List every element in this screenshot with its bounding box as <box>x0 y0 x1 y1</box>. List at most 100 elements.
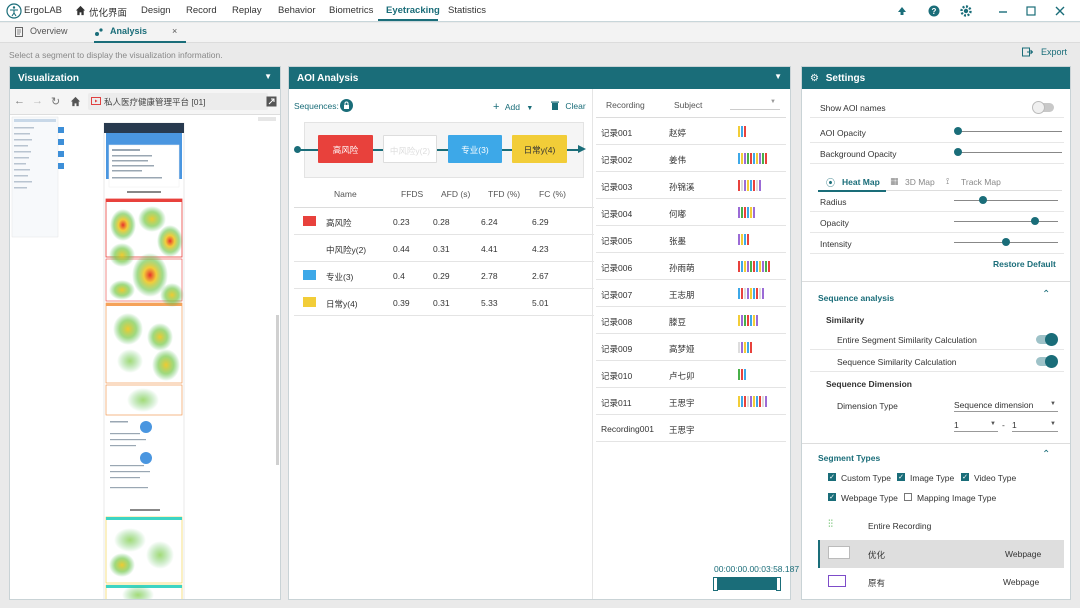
back-icon[interactable]: ← <box>14 95 25 107</box>
sequence-aoi-2[interactable]: 中风险y(2) <box>383 135 437 163</box>
recording-row[interactable]: Recording001 王思宇 <box>596 415 786 442</box>
help-icon[interactable]: ? <box>927 4 941 18</box>
menu-biometrics[interactable]: Biometrics <box>329 5 373 16</box>
radius-slider[interactable] <box>979 196 988 204</box>
menu-design[interactable]: Design <box>141 5 171 16</box>
forward-icon[interactable]: → <box>32 95 43 107</box>
segment-entire-recording[interactable]: ⫶⫶ Entire Recording <box>818 513 1064 539</box>
recording-row[interactable]: 记录005 张墨 <box>596 226 786 253</box>
segment-types-title[interactable]: Segment Types <box>818 453 880 463</box>
dimension-type-select[interactable]: Sequence dimension ▼ <box>954 397 1058 412</box>
recording-row[interactable]: 记录008 滕豆 <box>596 307 786 334</box>
bg-opacity-track[interactable] <box>958 152 1062 153</box>
tab-3d-map[interactable]: ▦ 3D Map <box>888 173 946 191</box>
svg-text:?: ? <box>932 7 937 16</box>
entire-segment-toggle[interactable] <box>1036 333 1058 346</box>
recording-row[interactable]: 记录004 何嘟 <box>596 199 786 226</box>
visualization-canvas[interactable] <box>10 115 280 599</box>
timeline-handle-start[interactable] <box>713 577 718 591</box>
col-tfd[interactable]: TFD (%) <box>488 189 520 199</box>
col-recording[interactable]: Recording <box>606 100 645 110</box>
image-type-checkbox[interactable]: ✓ Image Type <box>897 472 959 484</box>
recording-row[interactable]: 记录002 姜伟 <box>596 145 786 172</box>
maximize-icon[interactable] <box>1024 4 1038 18</box>
segment-youhua[interactable]: 优化 Webpage <box>818 540 1064 568</box>
close-window-icon[interactable] <box>1053 4 1067 18</box>
bg-opacity-slider[interactable] <box>954 148 962 156</box>
lock-icon[interactable] <box>340 99 353 112</box>
range-from-select[interactable]: 1 ▼ <box>954 417 998 432</box>
upload-icon[interactable] <box>895 4 909 18</box>
recording-row[interactable]: 记录011 王思宇 <box>596 388 786 415</box>
sequence-aoi-4[interactable]: 日常y(4) <box>512 135 567 163</box>
col-fc[interactable]: FC (%) <box>539 189 566 199</box>
sequence-strip <box>738 153 768 164</box>
gear-icon[interactable] <box>959 4 973 18</box>
home-icon[interactable] <box>70 96 81 107</box>
tab-overview[interactable]: Overview <box>14 26 82 43</box>
aoi-opacity-slider[interactable] <box>954 127 962 135</box>
range-to-select[interactable]: 1 ▼ <box>1012 417 1058 432</box>
visualization-header[interactable]: Visualization ▼ <box>10 67 280 89</box>
menu-replay[interactable]: Replay <box>232 5 262 16</box>
col-subject[interactable]: Subject <box>674 100 702 110</box>
radius-track[interactable] <box>954 200 1058 201</box>
tab-heat-map[interactable]: ⦿ Heat Map <box>818 173 886 192</box>
menu-record[interactable]: Record <box>186 5 217 16</box>
chevron-up-icon[interactable]: ⌃ <box>1042 449 1050 460</box>
segment-yuanyou[interactable]: 原有 Webpage <box>818 569 1064 595</box>
opacity-slider[interactable] <box>1031 217 1040 225</box>
col-ffds[interactable]: FFDS <box>401 189 423 199</box>
aoi-opacity-track[interactable] <box>958 131 1062 132</box>
export-button[interactable]: Export <box>1022 47 1067 57</box>
subject-filter-select[interactable]: ▼ <box>730 97 780 110</box>
minimize-icon[interactable] <box>996 4 1010 18</box>
opacity-track[interactable] <box>954 221 1058 222</box>
chevron-down-icon[interactable]: ▼ <box>774 72 782 81</box>
add-button[interactable]: + Add ▼ <box>493 101 533 113</box>
recording-row[interactable]: 记录001 赵婷 <box>596 118 786 145</box>
sequence-aoi-3[interactable]: 专业(3) <box>448 135 502 163</box>
fullscreen-icon[interactable] <box>266 96 277 107</box>
recording-row[interactable]: 记录010 卢七卯 <box>596 361 786 388</box>
tab-analysis[interactable]: Analysis × <box>94 26 186 43</box>
custom-type-checkbox[interactable]: ✓ Custom Type <box>828 472 892 484</box>
recording-row[interactable]: 记录009 高梦娅 <box>596 334 786 361</box>
menu-home[interactable]: 优化界面 <box>89 5 127 19</box>
menu-statistics[interactable]: Statistics <box>448 5 486 16</box>
chevron-down-icon[interactable]: ▼ <box>264 72 272 81</box>
col-name[interactable]: Name <box>334 189 357 199</box>
menu-behavior[interactable]: Behavior <box>278 5 316 16</box>
table-row[interactable]: 专业(3) 0.4 0.29 2.78 2.67 <box>294 262 594 289</box>
timeline-bar[interactable] <box>713 577 781 591</box>
chevron-up-icon[interactable]: ⌃ <box>1042 289 1050 300</box>
timeline-handle-end[interactable] <box>776 577 781 591</box>
home-icon[interactable] <box>75 5 86 16</box>
chevron-down-icon: ▼ <box>990 421 996 427</box>
col-afd[interactable]: AFD (s) <box>441 189 470 199</box>
restore-default-button[interactable]: Restore Default <box>993 259 1056 269</box>
recording-row[interactable]: 记录006 孙雨萌 <box>596 253 786 280</box>
mapping-image-type-checkbox[interactable]: Mapping Image Type <box>904 492 1004 504</box>
table-row[interactable]: 高风险 0.23 0.28 6.24 6.29 <box>294 208 594 235</box>
video-type-checkbox[interactable]: ✓ Video Type <box>961 472 1023 484</box>
aoi-analysis-header[interactable]: AOI Analysis ▼ <box>289 67 790 89</box>
url-bar[interactable]: 私人医疗健康管理平台 [01] <box>88 93 268 110</box>
show-aoi-names-toggle[interactable] <box>1032 101 1054 114</box>
refresh-icon[interactable]: ↻ <box>51 95 60 108</box>
recording-row[interactable]: 记录007 王志朋 <box>596 280 786 307</box>
intensity-slider[interactable] <box>1002 238 1010 246</box>
sequence-similarity-label: Sequence Similarity Calculation <box>837 357 957 367</box>
table-row[interactable]: 中风险y(2) 0.44 0.31 4.41 4.23 <box>294 235 594 262</box>
table-row[interactable]: 日常y(4) 0.39 0.31 5.33 5.01 <box>294 289 594 316</box>
webpage-thumbnail-icon <box>828 575 846 587</box>
menu-eyetracking[interactable]: Eyetracking <box>386 5 440 16</box>
sequence-aoi-1[interactable]: 高风险 <box>318 135 373 163</box>
sequence-similarity-toggle[interactable] <box>1036 355 1058 368</box>
clear-button[interactable]: Clear <box>551 101 586 111</box>
sequence-analysis-title[interactable]: Sequence analysis <box>818 293 894 303</box>
webpage-type-checkbox[interactable]: ✓ Webpage Type <box>828 492 900 504</box>
tab-track-map[interactable]: ⟟ Track Map <box>946 173 1012 191</box>
tab-close-icon[interactable]: × <box>172 26 177 36</box>
recording-row[interactable]: 记录003 孙锦溪 <box>596 172 786 199</box>
